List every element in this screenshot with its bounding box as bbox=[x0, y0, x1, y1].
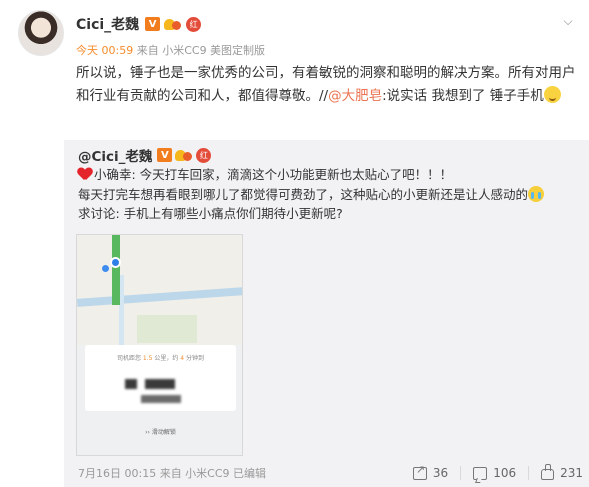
distance-value: 1.5 bbox=[142, 355, 153, 362]
slide-label: 滑动解锁 bbox=[151, 429, 176, 436]
card-mid: 公里，约 bbox=[152, 355, 181, 362]
author-row: Cici_老魏 V 红 bbox=[76, 14, 202, 34]
route-line bbox=[112, 235, 120, 305]
mention-link[interactable]: @大肥皂 bbox=[328, 88, 382, 104]
map-view bbox=[77, 235, 242, 345]
repost-text: 小确幸: 今天打车回家，滴滴这个小功能更新也太贴心了吧！！！ 每天打完车想再看眼… bbox=[78, 165, 578, 224]
member-badge-icon: 红 bbox=[196, 147, 212, 163]
repost-card: @Cici_老魏 V 红 小确幸: 今天打车回家，滴滴这个小功能更新也太贴心了吧… bbox=[64, 140, 589, 487]
avatar[interactable] bbox=[18, 10, 64, 56]
repost-footer: 7月16日 00:15 来自 小米CC9 已编辑 36 106 231 bbox=[78, 463, 583, 483]
repost-line-2-text: 每天打完车想再看眼到哪儿了都觉得可费劲了，这种贴心的小更新还是让人感动的 bbox=[78, 186, 529, 202]
blurred-plate bbox=[145, 379, 175, 389]
verified-badge-icon: V bbox=[145, 17, 161, 31]
repost-line-1-text: 小确幸: 今天打车回家，滴滴这个小功能更新也太贴心了吧！！！ bbox=[94, 167, 453, 182]
verified-badge-icon: V bbox=[157, 148, 173, 162]
repost-line-1: 小确幸: 今天打车回家，滴滴这个小功能更新也太贴心了吧！！！ bbox=[78, 165, 578, 185]
repost-line-2: 每天打完车想再看眼到哪儿了都觉得可费劲了，这种贴心的小更新还是让人感动的 bbox=[78, 185, 578, 205]
slide-to-unlock: ›› 滑动解锁 bbox=[145, 429, 176, 436]
repost-author-name[interactable]: @Cici_老魏 bbox=[78, 145, 152, 165]
member-badge-icon: 红 bbox=[186, 16, 202, 32]
author-name[interactable]: Cici_老魏 bbox=[76, 14, 139, 34]
like-count: 231 bbox=[560, 466, 583, 480]
share-count: 36 bbox=[432, 466, 449, 480]
like-button[interactable]: 231 bbox=[529, 463, 583, 480]
post-content: 所以说，锤子也是一家优秀的公司，有着敏锐的洞察和聪明的解决方案。所有对用户和行业… bbox=[76, 62, 576, 108]
chevron-down-icon[interactable]: ⌵ bbox=[561, 14, 575, 28]
vip-crown-icon bbox=[164, 17, 182, 32]
user-dot-icon bbox=[102, 265, 109, 272]
smile-emoji-icon bbox=[543, 86, 561, 103]
crying-emoji-icon bbox=[528, 185, 545, 202]
thumbs-up-icon bbox=[541, 463, 555, 480]
post-text-rest: :说实话 我想到了 锤子手机 bbox=[382, 88, 544, 104]
blurred-plate bbox=[125, 379, 137, 389]
map-park bbox=[137, 315, 197, 343]
screenshot-image[interactable]: 司机距您 1.5 公里，约 4 分钟到 ›› 滑动解锁 bbox=[76, 234, 243, 456]
weibo-post: Cici_老魏 V 红 ⌵ 今天 00:59 来自 小米CC9 美图定制版 所以… bbox=[0, 0, 589, 487]
share-icon bbox=[412, 463, 427, 480]
post-meta: 今天 00:59 来自 小米CC9 美图定制版 bbox=[76, 42, 265, 58]
repost-author-row: @Cici_老魏 V 红 bbox=[78, 145, 212, 165]
location-pin-icon bbox=[110, 257, 121, 268]
map-road bbox=[77, 287, 242, 307]
card-suffix: 分钟到 bbox=[184, 355, 205, 362]
share-button[interactable]: 36 bbox=[401, 463, 460, 480]
repost-date[interactable]: 7月16日 00:15 来自 小米CC9 已编辑 bbox=[78, 465, 266, 481]
card-prefix: 司机距您 bbox=[116, 355, 143, 362]
post-time[interactable]: 今天 00:59 bbox=[76, 44, 133, 57]
repost-line-3: 求讨论: 手机上有哪些小痛点你们期待小更新呢? bbox=[78, 204, 578, 224]
blurred-info bbox=[141, 395, 181, 403]
post-source[interactable]: 小米CC9 美图定制版 bbox=[162, 44, 265, 57]
vip-crown-icon bbox=[175, 148, 193, 163]
driver-distance-text: 司机距您 1.5 公里，约 4 分钟到 bbox=[85, 353, 236, 362]
driver-card: 司机距您 1.5 公里，约 4 分钟到 bbox=[85, 345, 236, 411]
comment-button[interactable]: 106 bbox=[461, 466, 528, 480]
repost-line-3-text: 求讨论: 手机上有哪些小痛点你们期待小更新呢? bbox=[78, 206, 343, 221]
meta-source-prefix: 来自 bbox=[133, 44, 163, 57]
action-bar: 36 106 231 bbox=[401, 463, 583, 483]
heart-icon bbox=[78, 168, 92, 181]
comment-count: 106 bbox=[493, 466, 517, 480]
comment-icon bbox=[473, 466, 488, 480]
